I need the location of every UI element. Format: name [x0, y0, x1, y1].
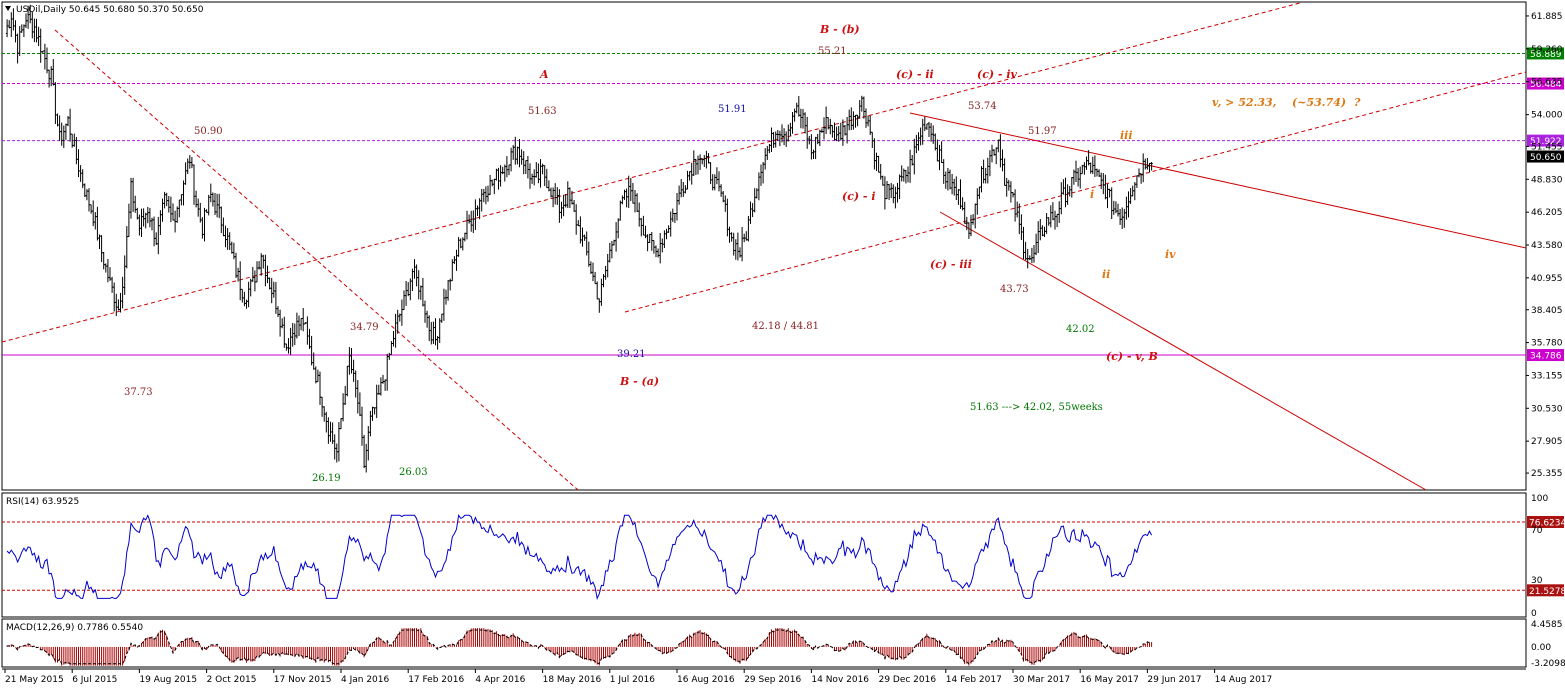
time-tick-label: 1 Jul 2016 — [610, 675, 655, 685]
price-tick-label: 38.405 — [1531, 306, 1563, 316]
time-tick-label: 29 Dec 2016 — [879, 675, 937, 685]
chart-title: USOil,Daily 50.645 50.680 50.370 50.650 — [16, 5, 204, 15]
wave-annotation: 51.97 — [1028, 126, 1057, 137]
time-tick-label: 17 Feb 2016 — [408, 675, 464, 685]
price-tick-label: 59.260 — [1531, 45, 1563, 55]
price-tick-label: 51.455 — [1531, 142, 1563, 152]
rsi-level-label: 21.5278 — [1529, 587, 1565, 597]
wave-annotation: (~53.74) — [1292, 96, 1346, 109]
time-tick-label: 4 Jan 2016 — [341, 675, 389, 685]
rsi-line — [6, 513, 1153, 601]
rsi-tick-label: 100 — [1531, 494, 1548, 504]
price-tick-label: 30.530 — [1531, 404, 1563, 414]
time-tick-label: 17 Nov 2015 — [274, 675, 332, 685]
wave-annotation: 43.73 — [1000, 284, 1029, 295]
time-tick-label: 14 Aug 2017 — [1215, 675, 1273, 685]
wave-annotation: 51.91 — [718, 104, 747, 115]
wave-annotation: i — [1090, 188, 1094, 201]
macd-tick-label: 4.4585 — [1531, 620, 1563, 630]
time-tick-label: 30 Mar 2017 — [1013, 675, 1070, 685]
wave-annotation: B - (b) — [819, 23, 860, 36]
price-level-label: 50.650 — [1530, 153, 1562, 163]
price-tick-label: 43.580 — [1531, 241, 1563, 251]
price-tick-label: 56.635 — [1531, 78, 1563, 88]
chart-window: 58.889 56.484 51.922 50.650 34.786 61.885 59.2… — [0, 0, 1565, 688]
chart-canvas: 58.88956.48451.92250.65034.78661.88559.2… — [1, 1, 1565, 685]
price-tick-label: 46.205 — [1531, 208, 1563, 218]
wave-annotation: 37.73 — [124, 387, 153, 398]
wave-annotation: 39.21 — [617, 349, 646, 360]
wave-annotation: B - (a) — [619, 375, 659, 388]
wave-annotation: 51.63 ---> 42.02, 55weeks — [970, 402, 1103, 413]
rsi-title: RSI(14) 63.9525 — [6, 497, 79, 507]
price-tick-label: 33.155 — [1531, 371, 1563, 381]
price-tick-label: 25.355 — [1531, 469, 1563, 479]
wave-annotation: v, > 52.33, — [1212, 96, 1277, 109]
wave-annotation: 42.02 — [1066, 324, 1095, 335]
time-tick-label: 14 Nov 2016 — [811, 675, 869, 685]
time-tick-label: 2 Oct 2015 — [207, 675, 257, 685]
wave-annotation: 34.79 — [350, 322, 379, 333]
time-tick-label: 6 Jul 2015 — [72, 675, 117, 685]
wave-annotation: iii — [1120, 129, 1133, 142]
wave-annotation: ? — [1354, 96, 1361, 109]
price-level-label: 34.786 — [1530, 352, 1562, 362]
price-tick-label: 48.830 — [1531, 175, 1563, 185]
time-tick-label: 16 Aug 2016 — [677, 675, 735, 685]
time-tick-label: 21 May 2015 — [5, 675, 64, 685]
wave-annotation: 26.03 — [399, 467, 428, 478]
macd-title: MACD(12,26,9) 0.7786 0.5540 — [6, 623, 143, 633]
resistance-line — [909, 112, 1527, 249]
price-tick-label: 54.000 — [1531, 111, 1563, 121]
wave-annotation: (c) - ii — [896, 68, 934, 81]
time-tick-label: 29 Jun 2017 — [1147, 675, 1201, 685]
wave-annotation: 42.18 / 44.81 — [752, 321, 819, 332]
channel-upper-line — [1, 2, 1301, 343]
macd-tick-label: -3.2098 — [1531, 659, 1565, 669]
macd-histogram — [6, 628, 1153, 666]
wave-annotation: ii — [1102, 268, 1110, 281]
time-tick-label: 16 May 2017 — [1080, 675, 1139, 685]
wave-annotation: (c) - i — [842, 190, 876, 203]
price-tick-label: 35.780 — [1531, 339, 1563, 349]
price-tick-label: 61.885 — [1531, 12, 1563, 22]
rsi-tick-label: 30 — [1531, 576, 1543, 586]
wave-annotation: (c) - iv — [977, 68, 1018, 81]
symbol-dropdown-icon — [5, 6, 11, 11]
price-tick-label: 27.905 — [1531, 437, 1563, 447]
rsi-panel-frame — [1, 492, 1527, 618]
wave-annotation: iv — [1165, 248, 1176, 261]
time-tick-label: 14 Feb 2017 — [946, 675, 1002, 685]
wave-annotation: (c) - iii — [930, 258, 972, 271]
rsi-tick-label: 0 — [1531, 609, 1537, 619]
time-tick-label: 18 May 2016 — [543, 675, 602, 685]
wave-annotation: 50.90 — [194, 126, 223, 137]
wave-annotation: 53.74 — [968, 101, 997, 112]
macd-tick-label: 0.00 — [1531, 643, 1551, 653]
price-tick-label: 40.955 — [1531, 274, 1563, 284]
rsi-tick-label: 70 — [1531, 526, 1543, 536]
wave-annotation: 51.63 — [528, 106, 557, 117]
support-line — [939, 211, 1427, 491]
channel-lower-line — [624, 71, 1527, 313]
time-tick-label: 4 Apr 2016 — [475, 675, 525, 685]
time-tick-label: 29 Sep 2016 — [744, 675, 801, 685]
wave-annotation: 26.19 — [312, 473, 341, 484]
time-tick-label: 19 Aug 2015 — [139, 675, 197, 685]
wave-annotation: A — [539, 68, 549, 81]
macd-signal-line — [7, 629, 1152, 665]
wave-annotation: 55.21 — [818, 46, 847, 57]
wave-annotation: (c) - v, B — [1106, 350, 1158, 363]
